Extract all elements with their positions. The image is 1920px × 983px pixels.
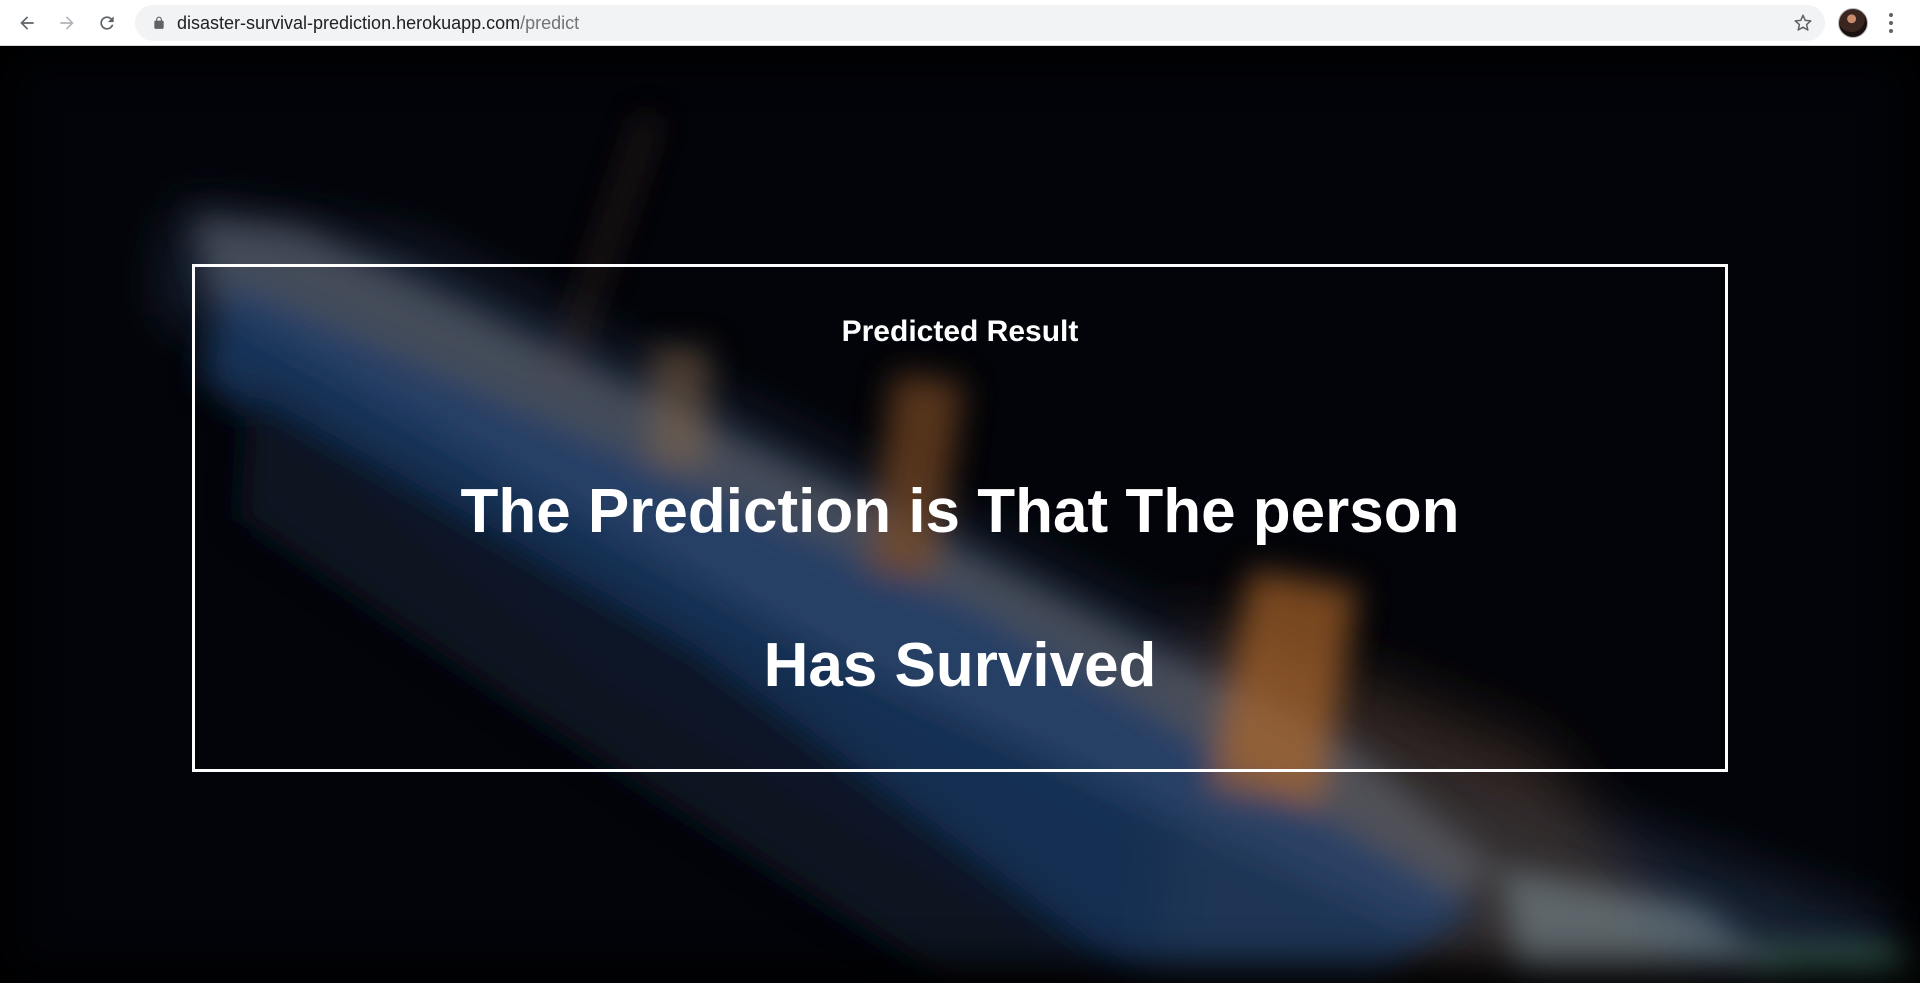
url-path: /predict — [520, 13, 580, 33]
reload-icon — [100, 16, 114, 30]
prediction-result: The Prediction is That The person Has Su… — [195, 435, 1725, 743]
prediction-line-2: Has Survived — [763, 631, 1157, 700]
browser-toolbar: disaster-survival-prediction.herokuapp.c… — [0, 0, 1920, 46]
address-bar[interactable]: disaster-survival-prediction.herokuapp.c… — [135, 5, 1825, 41]
forward-arrow-icon — [60, 16, 74, 30]
forward-button[interactable] — [54, 10, 80, 36]
back-arrow-icon — [20, 16, 34, 30]
lock-icon[interactable] — [152, 16, 166, 30]
page-body: Predicted Result The Prediction is That … — [0, 47, 1920, 983]
prediction-line-1: The Prediction is That The person — [460, 477, 1460, 546]
result-heading: Predicted Result — [841, 315, 1079, 348]
kebab-menu-icon[interactable] — [1884, 11, 1898, 35]
reload-button[interactable] — [94, 10, 120, 36]
star-icon[interactable] — [1793, 13, 1813, 33]
url-text[interactable]: disaster-survival-prediction.herokuapp.c… — [177, 5, 579, 41]
url-host: disaster-survival-prediction.herokuapp.c… — [177, 13, 521, 33]
profile-avatar[interactable] — [1838, 8, 1868, 38]
result-panel: Predicted Result The Prediction is That … — [192, 264, 1728, 772]
back-button[interactable] — [14, 10, 40, 36]
